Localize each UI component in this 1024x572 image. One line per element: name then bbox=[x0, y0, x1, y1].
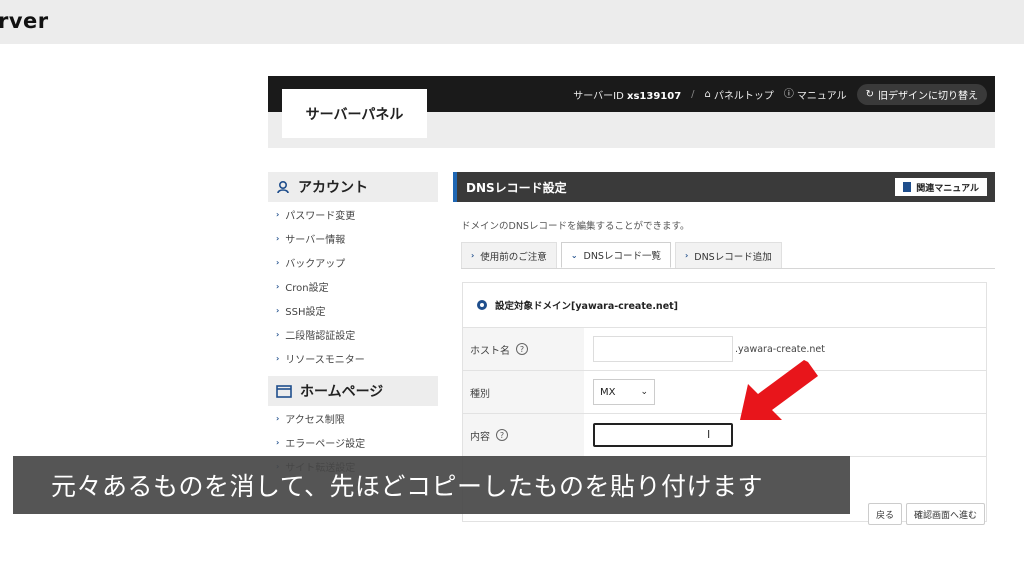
section-description: ドメインのDNSレコードを編集することができます。 bbox=[461, 221, 690, 232]
top-bar: rver bbox=[0, 0, 1024, 44]
brand-logo: rver bbox=[0, 9, 49, 33]
content-input[interactable]: I bbox=[593, 423, 733, 447]
sidebar-item-label: エラーページ設定 bbox=[285, 438, 366, 450]
browser-window-icon bbox=[276, 384, 292, 398]
help-icon[interactable]: ? bbox=[496, 429, 508, 441]
help-circle-icon: ⓘ bbox=[783, 88, 794, 100]
chevron-right-icon: › bbox=[276, 233, 280, 243]
section-header: DNSレコード設定 関連マニュアル bbox=[453, 172, 995, 202]
row-content: 内容 ? I bbox=[463, 413, 986, 456]
host-label: ホスト名 ? bbox=[463, 328, 584, 370]
type-label: 種別 bbox=[463, 371, 584, 413]
related-manual-button[interactable]: 関連マニュアル bbox=[895, 178, 987, 196]
chevron-right-icon: › bbox=[276, 257, 280, 267]
red-arrow-icon bbox=[740, 360, 818, 420]
sidebar-item-homepage-1[interactable]: › エラーページ設定 bbox=[268, 430, 438, 454]
chevron-right-icon: › bbox=[276, 329, 280, 339]
sidebar-head-homepage: ホームページ bbox=[268, 376, 438, 406]
type-select[interactable]: MX ⌄ bbox=[593, 379, 655, 405]
chevron-right-icon: › bbox=[276, 353, 280, 363]
panel-header: サーバーパネル サーバーID xs139107 / ⌂ パネルトップ ⓘ マニュ… bbox=[268, 76, 995, 148]
chevron-down-icon: ⌄ bbox=[640, 387, 648, 397]
tab-bar: › 使用前のご注意 ⌄ DNSレコード一覧 › DNSレコード追加 bbox=[461, 242, 782, 268]
row-type: 種別 MX ⌄ bbox=[463, 370, 986, 413]
server-panel-tab[interactable]: サーバーパネル bbox=[282, 89, 427, 138]
chevron-right-icon: › bbox=[276, 305, 280, 315]
header-links: サーバーID xs139107 / ⌂ パネルトップ ⓘ マニュアル ↻ 旧デザ… bbox=[573, 84, 987, 105]
sidebar-item-account-0[interactable]: › パスワード変更 bbox=[268, 202, 438, 226]
sidebar-item-account-2[interactable]: › バックアップ bbox=[268, 250, 438, 274]
chevron-right-icon: › bbox=[471, 251, 475, 260]
chevron-right-icon: › bbox=[276, 413, 280, 423]
chevron-right-icon: › bbox=[684, 251, 689, 260]
tab-dns-record-list[interactable]: ⌄ DNSレコード一覧 bbox=[560, 242, 671, 268]
sidebar-item-label: パスワード変更 bbox=[285, 210, 356, 222]
text-cursor-icon: I bbox=[707, 428, 711, 441]
header-separator: / bbox=[691, 89, 695, 100]
manual-link[interactable]: ⓘ マニュアル bbox=[784, 87, 847, 102]
chevron-down-icon: ⌄ bbox=[570, 250, 578, 260]
home-icon: ⌂ bbox=[704, 88, 711, 100]
tab-dns-record-add[interactable]: › DNSレコード追加 bbox=[674, 242, 782, 268]
chevron-right-icon: › bbox=[276, 281, 280, 291]
refresh-icon: ↻ bbox=[865, 88, 874, 100]
help-icon[interactable]: ? bbox=[516, 343, 528, 355]
radio-icon bbox=[477, 300, 487, 310]
book-icon bbox=[903, 182, 912, 192]
confirm-button[interactable]: 確認画面へ進む bbox=[906, 503, 986, 525]
tab-precautions[interactable]: › 使用前のご注意 bbox=[461, 242, 557, 268]
sidebar-item-label: Cron設定 bbox=[285, 282, 329, 294]
subtitle-caption: 元々あるものを消して、先ほどコピーしたものを貼り付けます bbox=[13, 456, 850, 514]
target-domain: 設定対象ドメイン[yawara-create.net] bbox=[463, 283, 986, 327]
sidebar-item-account-6[interactable]: › リソースモニター bbox=[268, 346, 438, 370]
sidebar-item-label: SSH設定 bbox=[285, 306, 326, 318]
panel-top-link[interactable]: ⌂ パネルトップ bbox=[705, 87, 774, 102]
sidebar-head-account: アカウント bbox=[268, 172, 438, 202]
chevron-right-icon: › bbox=[276, 209, 280, 219]
section-title: DNSレコード設定 bbox=[466, 180, 567, 195]
account-menu: › パスワード変更 › サーバー情報 › バックアップ › Cron設定 › SSH設定 › 二段階認… bbox=[268, 202, 438, 370]
sidebar-item-account-3[interactable]: › Cron設定 bbox=[268, 274, 438, 298]
content-label: 内容 ? bbox=[463, 414, 584, 456]
form-buttons: 戻る 確認画面へ進む bbox=[868, 503, 986, 525]
host-suffix: .yawara-create.net bbox=[735, 343, 825, 355]
sidebar-item-label: 二段階認証設定 bbox=[285, 330, 356, 342]
sidebar-item-label: リソースモニター bbox=[285, 354, 365, 366]
chevron-right-icon: › bbox=[276, 437, 280, 447]
old-design-button[interactable]: ↻ 旧デザインに切り替え bbox=[856, 84, 987, 105]
row-host: ホスト名 ? .yawara-create.net bbox=[463, 327, 986, 370]
sidebar-item-label: アクセス制限 bbox=[285, 414, 345, 426]
sidebar-item-label: バックアップ bbox=[285, 258, 346, 270]
sidebar-item-account-4[interactable]: › SSH設定 bbox=[268, 298, 438, 322]
sidebar-item-label: サーバー情報 bbox=[285, 234, 346, 246]
back-button[interactable]: 戻る bbox=[868, 503, 903, 525]
sidebar-item-account-5[interactable]: › 二段階認証設定 bbox=[268, 322, 438, 346]
sidebar-item-account-1[interactable]: › サーバー情報 bbox=[268, 226, 438, 250]
host-input[interactable] bbox=[593, 336, 733, 362]
tab-divider bbox=[461, 268, 995, 269]
server-id: サーバーID xs139107 bbox=[573, 91, 682, 102]
sidebar-item-homepage-0[interactable]: › アクセス制限 bbox=[268, 406, 438, 430]
user-icon bbox=[277, 180, 289, 194]
